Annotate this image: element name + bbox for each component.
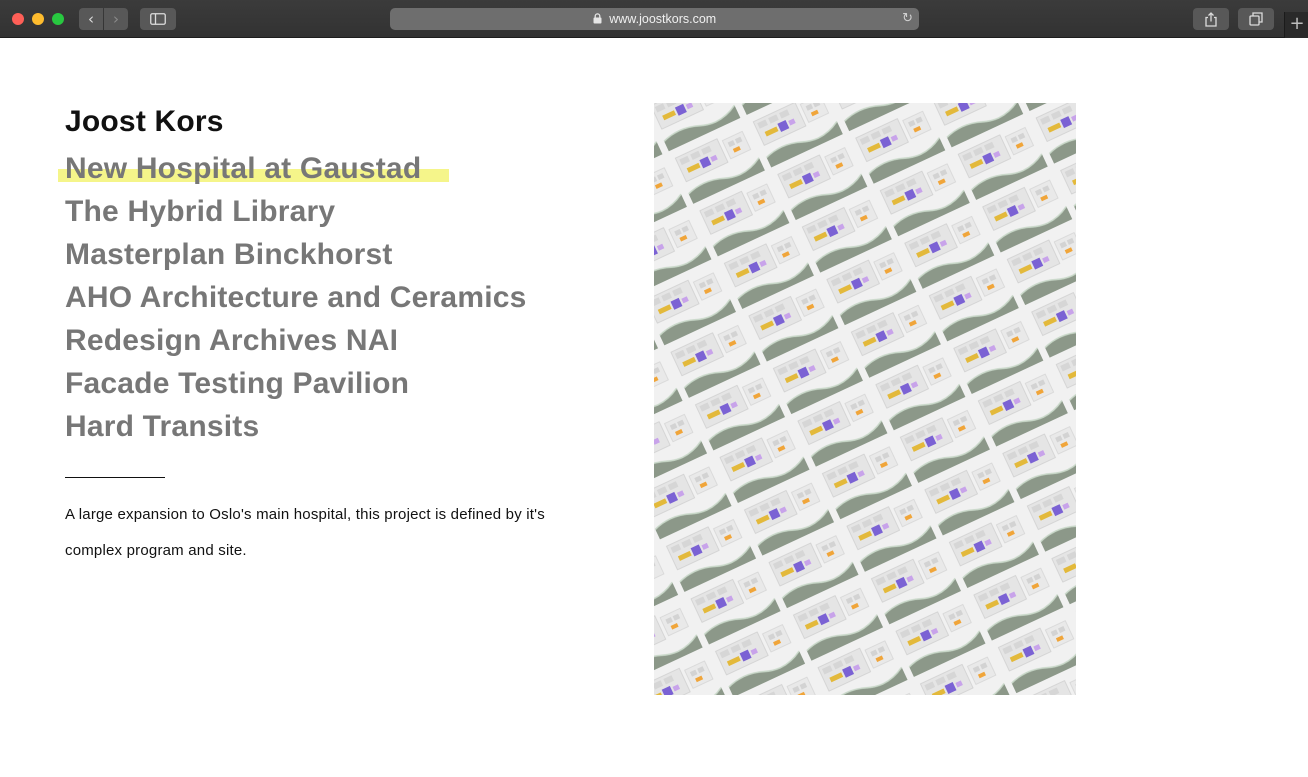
project-link-facade-testing-pavilion[interactable]: Facade Testing Pavilion: [65, 362, 527, 405]
new-tab-button[interactable]: +: [1284, 12, 1308, 38]
back-button[interactable]: ‹: [79, 8, 103, 30]
project-link-new-hospital-at-gaustad[interactable]: New Hospital at Gaustad: [58, 147, 527, 190]
divider: [65, 477, 165, 478]
share-button[interactable]: [1193, 8, 1229, 30]
plus-icon: +: [1289, 13, 1305, 34]
lock-icon: [593, 12, 602, 24]
project-image: [654, 103, 1076, 695]
project-description: A large expansion to Oslo's main hospita…: [65, 506, 545, 559]
sidebar-icon: [150, 13, 166, 25]
share-icon: [1205, 12, 1217, 27]
forward-button[interactable]: ›: [104, 8, 128, 30]
site-title[interactable]: Joost Kors: [65, 104, 224, 140]
project-link-label: AHO Architecture and Ceramics: [65, 281, 527, 314]
browser-toolbar: ‹ › www.joostkors.com ↻ +: [0, 0, 1308, 38]
chevron-left-icon: ‹: [88, 10, 94, 28]
close-window-button[interactable]: [12, 13, 24, 25]
fullscreen-window-button[interactable]: [52, 13, 64, 25]
project-link-masterplan-binckhorst[interactable]: Masterplan Binckhorst: [65, 233, 527, 276]
project-link-hard-transits[interactable]: Hard Transits: [65, 405, 527, 448]
tab-overview-button[interactable]: [1238, 8, 1274, 30]
tabs-icon: [1249, 12, 1263, 26]
project-list: New Hospital at Gaustad The Hybrid Libra…: [58, 147, 527, 448]
project-link-label: Masterplan Binckhorst: [65, 238, 393, 271]
project-link-label: Hard Transits: [65, 410, 260, 443]
project-link-label: Redesign Archives NAI: [65, 324, 399, 357]
sidebar-toggle-button[interactable]: [140, 8, 176, 30]
chevron-right-icon: ›: [113, 10, 119, 28]
address-bar[interactable]: www.joostkors.com ↻: [390, 8, 919, 30]
project-link-aho-architecture-and-ceramics[interactable]: AHO Architecture and Ceramics: [65, 276, 527, 319]
project-link-label: The Hybrid Library: [65, 195, 336, 228]
project-link-label: New Hospital at Gaustad: [65, 152, 422, 185]
minimize-window-button[interactable]: [32, 13, 44, 25]
project-link-redesign-archives-nai[interactable]: Redesign Archives NAI: [65, 319, 527, 362]
url-text: www.joostkors.com: [609, 12, 717, 26]
project-link-the-hybrid-library[interactable]: The Hybrid Library: [65, 190, 527, 233]
project-image-pattern: [654, 103, 1076, 695]
reload-icon[interactable]: ↻: [902, 8, 913, 30]
project-link-label: Facade Testing Pavilion: [65, 367, 410, 400]
